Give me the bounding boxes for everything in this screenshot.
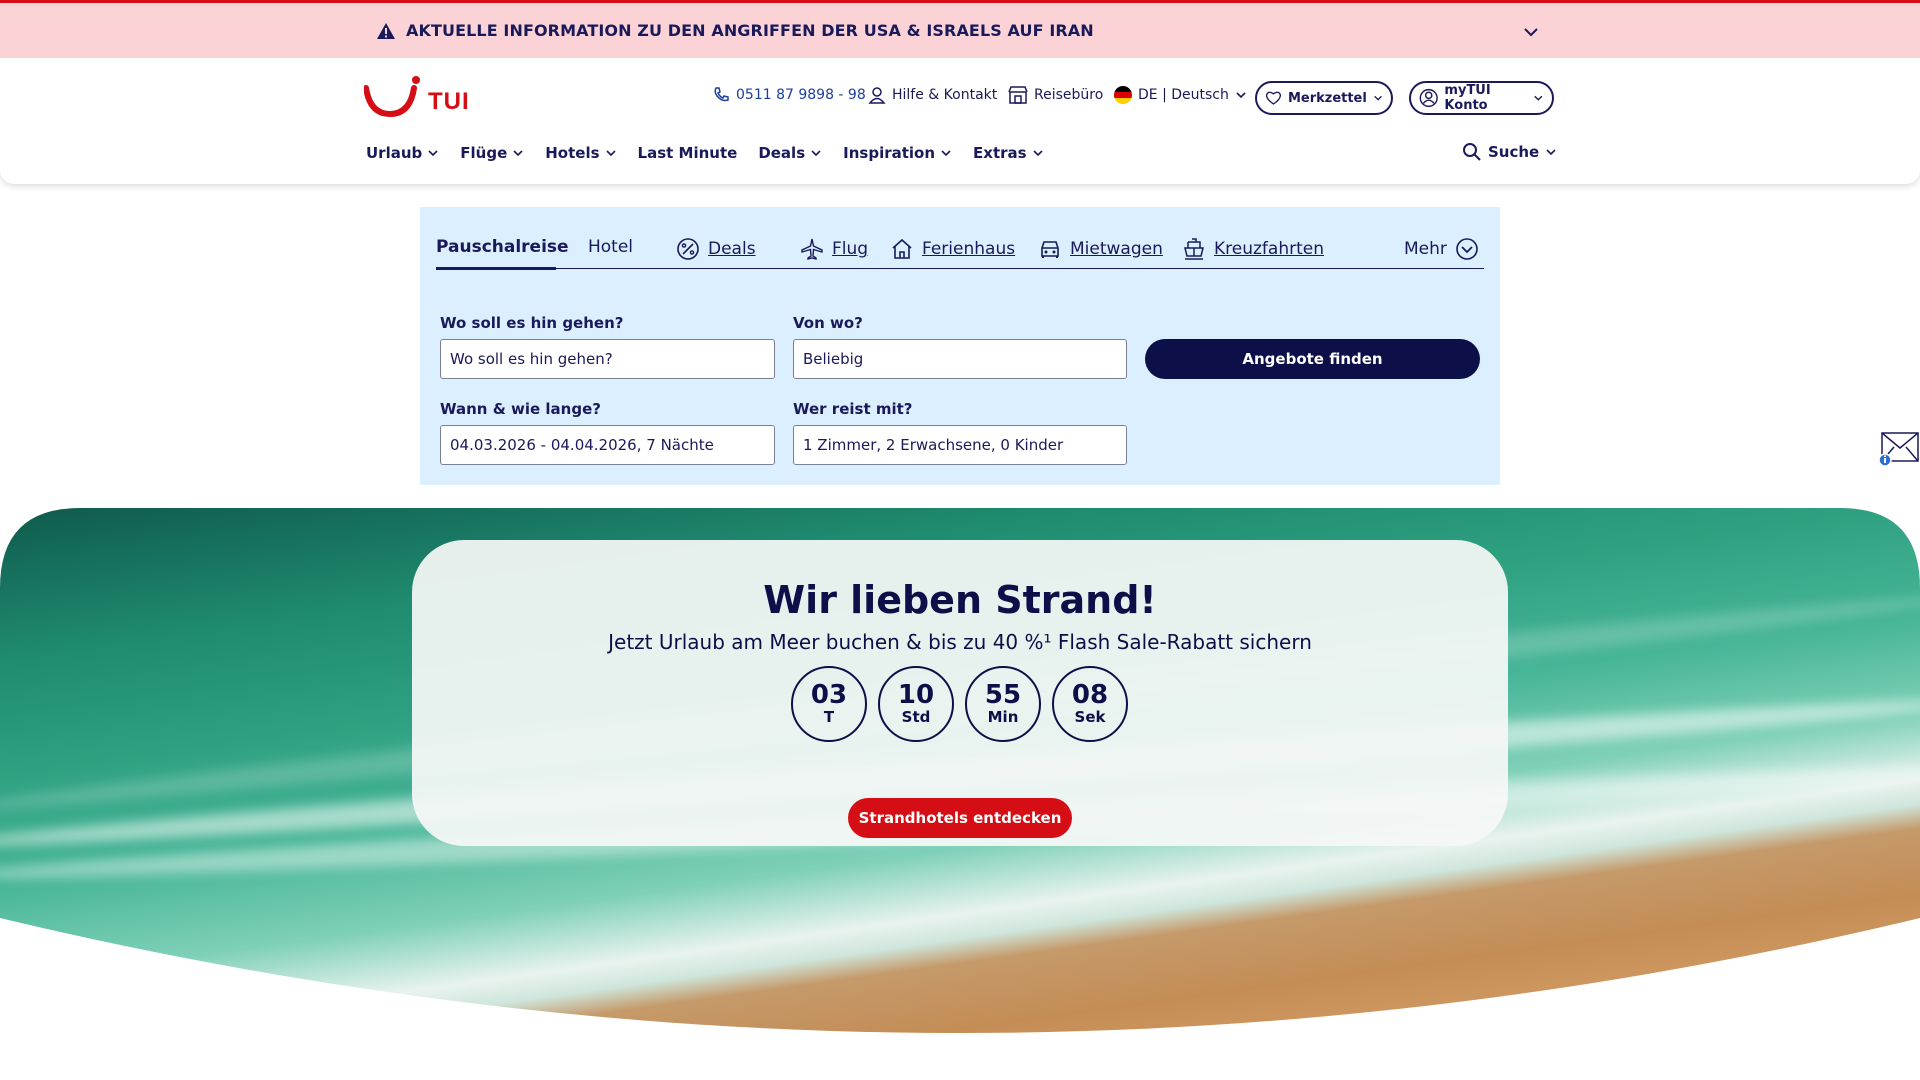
chevron-down-icon xyxy=(513,150,523,157)
countdown-days: 03 T xyxy=(791,666,867,742)
alert-text: AKTUELLE INFORMATION ZU DEN ANGRIFFEN DE… xyxy=(406,21,1094,40)
destination-label: Wo soll es hin gehen? xyxy=(440,314,624,332)
store-label: Reisebüro xyxy=(1034,87,1104,103)
house-icon xyxy=(892,238,912,259)
nav-inspiration[interactable]: Inspiration xyxy=(843,144,952,162)
countdown-minutes: 55 Min xyxy=(965,666,1041,742)
language-selector[interactable]: DE | Deutsch xyxy=(1114,86,1247,104)
chevron-down-icon xyxy=(811,150,821,157)
nav-last-minute[interactable]: Last Minute xyxy=(638,144,738,162)
chevron-down-icon xyxy=(1033,150,1043,157)
tab-flug[interactable]: Flug xyxy=(800,237,868,261)
car-icon xyxy=(1041,241,1059,258)
tab-mietwagen[interactable]: Mietwagen xyxy=(1038,237,1163,261)
phone-number: 0511 87 9898 - 98 xyxy=(736,87,866,103)
origin-label: Von wo? xyxy=(793,314,863,332)
plane-icon xyxy=(801,238,823,260)
search-tabs: Pauschalreise Hotel Deals Flug Ferienhau… xyxy=(436,219,1484,270)
nav-hotels[interactable]: Hotels xyxy=(545,144,616,162)
phone-icon xyxy=(714,87,729,102)
heart-icon xyxy=(1265,91,1281,105)
help-label: Hilfe & Kontakt xyxy=(892,87,998,103)
beach-hotels-button[interactable]: Strandhotels entdecken xyxy=(848,798,1072,838)
main-navigation: Urlaub Flüge Hotels Last Minute Deals In… xyxy=(366,144,1065,162)
newsletter-mail-icon[interactable] xyxy=(1878,430,1920,470)
promo-card: Wir lieben Strand! Jetzt Urlaub am Meer … xyxy=(412,540,1508,846)
dates-input[interactable]: 04.03.2026 - 04.04.2026, 7 Nächte xyxy=(440,425,775,465)
tab-kreuzfahrten[interactable]: Kreuzfahrten xyxy=(1182,237,1324,261)
flag-de-icon xyxy=(1114,86,1132,104)
countdown: 03 T 10 Std 55 Min 08 Sek xyxy=(791,666,1128,742)
nav-fluege[interactable]: Flüge xyxy=(460,144,524,162)
brand-name[interactable]: TUI xyxy=(428,88,470,116)
person-icon xyxy=(868,87,886,104)
tab-mehr[interactable]: Mehr xyxy=(1404,237,1479,261)
active-tab-indicator xyxy=(436,267,556,270)
phone-link[interactable]: 0511 87 9898 - 98 xyxy=(712,86,866,104)
chevron-down-icon xyxy=(1534,95,1543,101)
countdown-seconds: 08 Sek xyxy=(1052,666,1128,742)
find-offers-button[interactable]: Angebote finden xyxy=(1145,339,1480,379)
chevron-down-icon xyxy=(428,150,438,157)
travellers-input[interactable]: 1 Zimmer, 2 Erwachsene, 0 Kinder xyxy=(793,425,1127,465)
travellers-label: Wer reist mit? xyxy=(793,400,913,418)
wishlist-button[interactable]: Merkzettel xyxy=(1255,81,1393,115)
site-header: TUI 0511 87 9898 - 98 Hilfe & Kontakt Re… xyxy=(0,58,1920,184)
chevron-down-icon[interactable] xyxy=(1522,23,1540,41)
chevron-circle-down-icon xyxy=(1456,238,1478,260)
chevron-down-icon xyxy=(1546,149,1556,156)
wishlist-label: Merkzettel xyxy=(1287,90,1367,106)
search-icon xyxy=(1463,143,1481,161)
dates-label: Wann & wie lange? xyxy=(440,400,601,418)
origin-input[interactable]: Beliebig xyxy=(793,339,1127,379)
help-link[interactable]: Hilfe & Kontakt xyxy=(868,86,997,104)
chevron-down-icon xyxy=(1374,95,1382,101)
nav-search[interactable]: Suche xyxy=(1462,142,1557,162)
warning-icon xyxy=(377,22,395,39)
percent-icon xyxy=(677,238,699,260)
hero-banner: Wir lieben Strand! Jetzt Urlaub am Meer … xyxy=(0,508,1920,1058)
alert-banner[interactable]: AKTUELLE INFORMATION ZU DEN ANGRIFFEN DE… xyxy=(0,0,1920,58)
account-label: myTUI Konto xyxy=(1444,83,1491,113)
tab-pauschalreise[interactable]: Pauschalreise xyxy=(436,237,569,257)
tab-hotel[interactable]: Hotel xyxy=(588,237,633,257)
chevron-down-icon xyxy=(605,150,616,157)
nav-deals[interactable]: Deals xyxy=(758,144,822,162)
chevron-down-icon xyxy=(1236,92,1246,99)
chevron-down-icon xyxy=(941,150,951,157)
nav-urlaub[interactable]: Urlaub xyxy=(366,144,439,162)
tab-ferienhaus[interactable]: Ferienhaus xyxy=(890,237,1015,261)
language-label: DE | Deutsch xyxy=(1138,87,1229,103)
ship-icon xyxy=(1184,238,1204,260)
nav-extras[interactable]: Extras xyxy=(973,144,1044,162)
store-link[interactable]: Reisebüro xyxy=(1008,86,1103,104)
tab-deals[interactable]: Deals xyxy=(676,237,756,261)
search-panel: Pauschalreise Hotel Deals Flug Ferienhau… xyxy=(420,207,1500,485)
destination-input[interactable]: Wo soll es hin gehen? xyxy=(440,339,775,379)
account-button[interactable]: myTUI Konto xyxy=(1409,81,1554,115)
hero-subtitle: Jetzt Urlaub am Meer buchen & bis zu 40 … xyxy=(608,630,1312,654)
countdown-hours: 10 Std xyxy=(878,666,954,742)
store-icon xyxy=(1008,86,1028,104)
hero-title: Wir lieben Strand! xyxy=(763,578,1157,622)
user-circle-icon xyxy=(1419,88,1438,108)
